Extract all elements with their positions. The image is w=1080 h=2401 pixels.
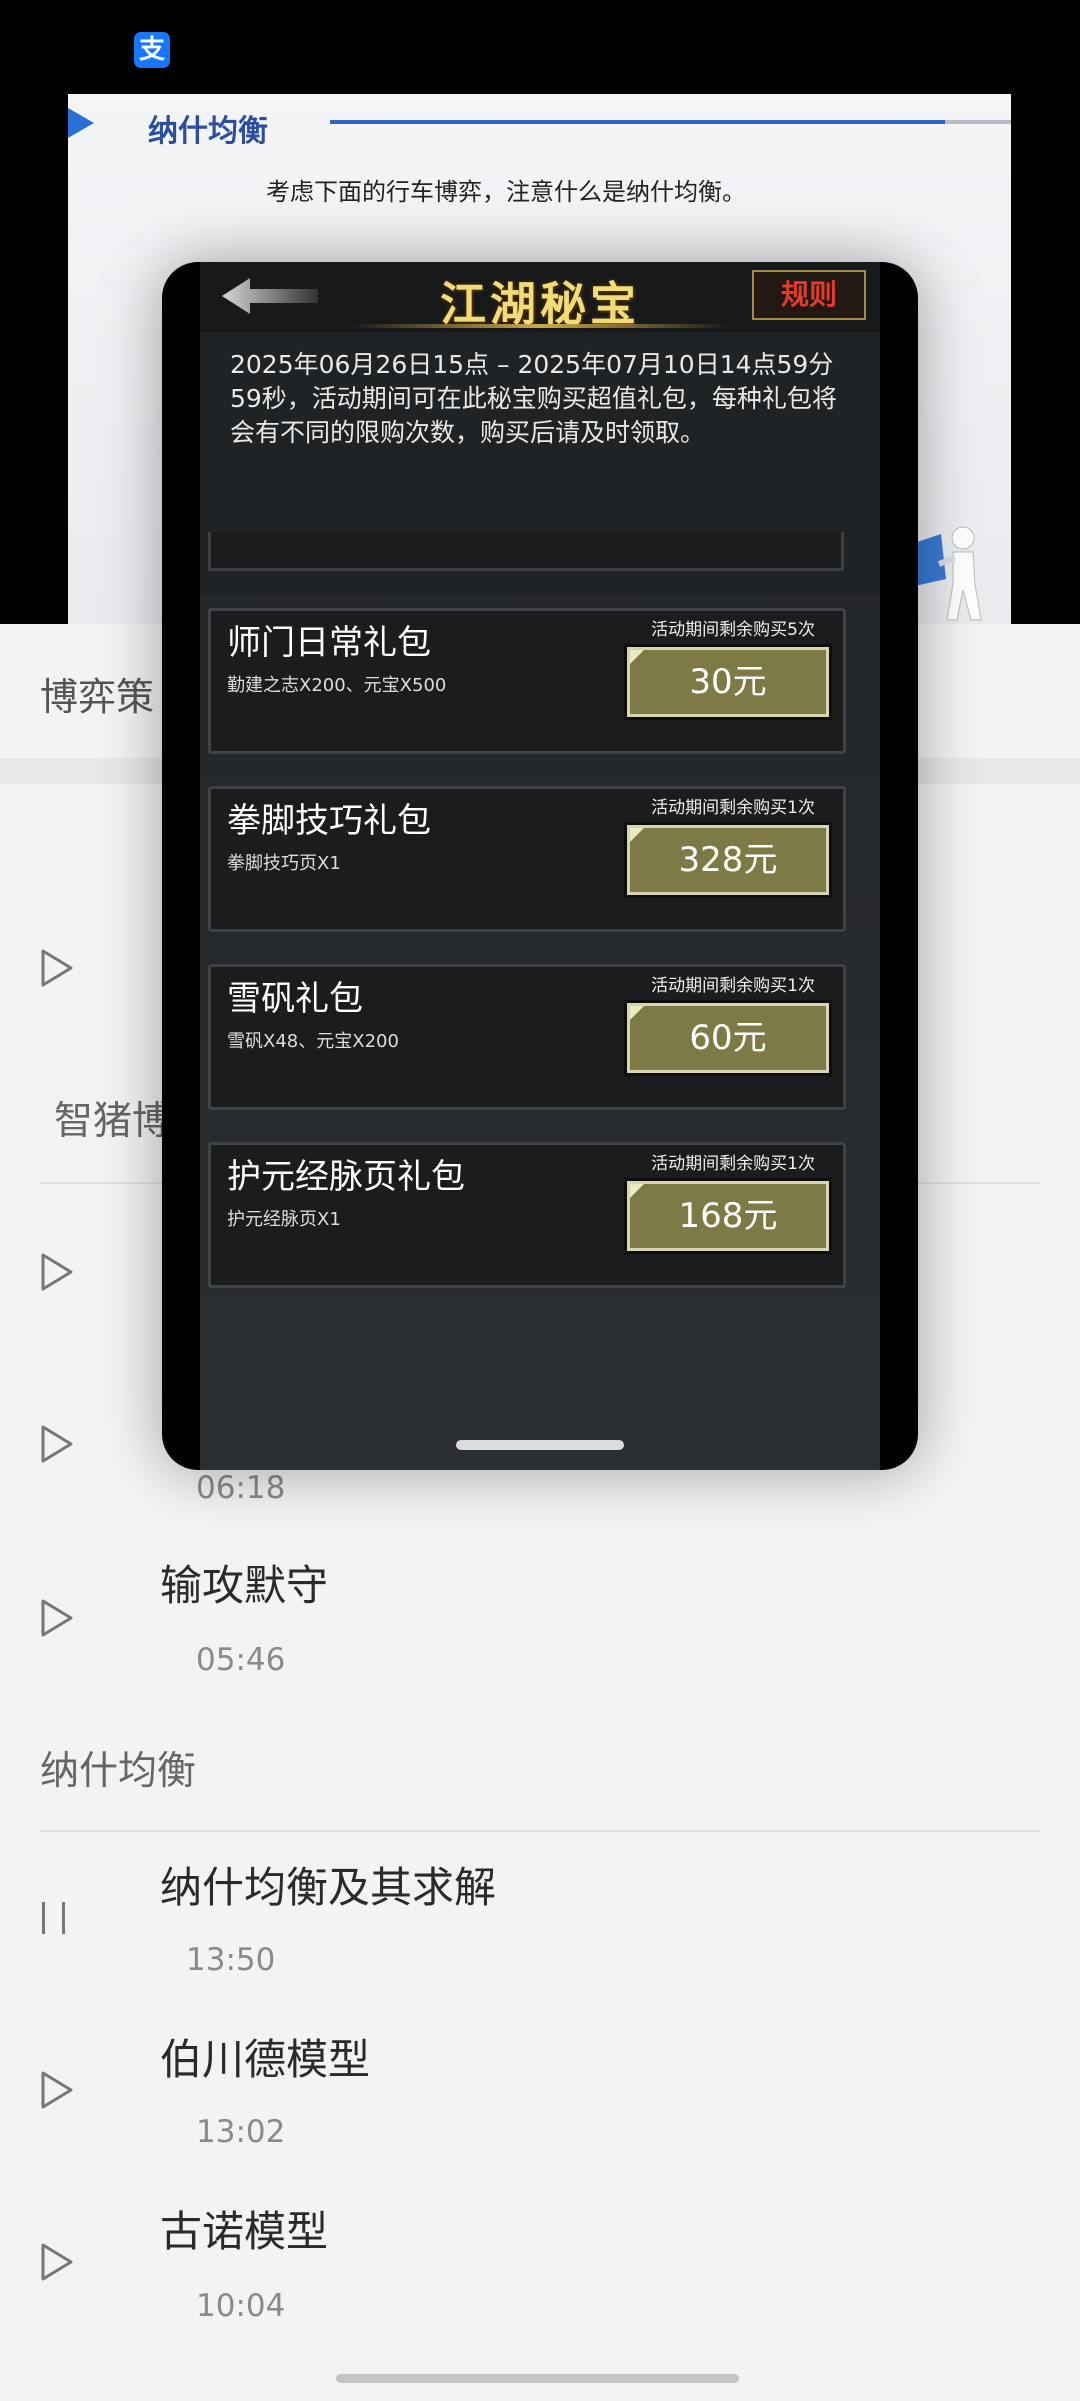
package-card-partial [208, 532, 844, 571]
title-ornament [350, 324, 730, 328]
package-card: 拳脚技巧礼包 拳脚技巧页X1 活动期间剩余购买1次 328元 [208, 786, 846, 932]
play-icon[interactable] [40, 1598, 74, 1638]
buy-button[interactable]: 30元 [624, 644, 832, 720]
buy-button[interactable]: 168元 [624, 1178, 832, 1254]
slide-title-rule-end [945, 120, 1011, 124]
purchase-limit: 活动期间剩余购买1次 [651, 976, 815, 996]
package-contents: 雪矾X48、元宝X200 [227, 1031, 399, 1052]
pause-icon[interactable] [40, 1898, 74, 1938]
package-name: 拳脚技巧礼包 [227, 801, 431, 841]
play-icon[interactable] [40, 948, 74, 988]
purchase-limit: 活动期间剩余购买1次 [651, 1154, 815, 1174]
lesson-title[interactable]: 纳什均衡及其求解 [160, 1854, 496, 1915]
lesson-duration: 10:04 [196, 2288, 286, 2324]
lesson-duration: 13:02 [196, 2114, 286, 2150]
home-indicator[interactable] [336, 2374, 739, 2383]
buy-button[interactable]: 60元 [624, 1000, 832, 1076]
window-drag-handle[interactable] [456, 1440, 624, 1450]
play-icon[interactable] [40, 1424, 74, 1464]
event-description: 2025年06月26日15点 – 2025年07月10日14点59分59秒，活动… [230, 350, 837, 447]
package-contents: 勤建之志X200、元宝X500 [227, 675, 447, 696]
game-screen: 江湖秘宝 规则 2025年06月26日15点 – 2025年07月10日14点5… [200, 262, 880, 1470]
lesson-duration: 05:46 [196, 1642, 286, 1678]
section-title: 纳什均衡 [40, 1749, 197, 1794]
package-name: 师门日常礼包 [227, 623, 431, 663]
play-icon[interactable] [40, 2070, 74, 2110]
section-title-partial: 智猪博 [54, 1099, 172, 1144]
play-icon[interactable] [40, 2242, 74, 2282]
lesson-title[interactable]: 伯川德模型 [160, 2026, 370, 2087]
package-card: 雪矾礼包 雪矾X48、元宝X200 活动期间剩余购买1次 60元 [208, 964, 846, 1110]
buy-button[interactable]: 328元 [624, 822, 832, 898]
slide-title-rule [330, 120, 945, 124]
slide-subtitle: 考虑下面的行车博弈，注意什么是纳什均衡。 [266, 178, 746, 206]
course-tab-title[interactable]: 博弈策 [40, 666, 154, 721]
slide-arrow-icon [68, 108, 94, 138]
purchase-limit: 活动期间剩余购买1次 [651, 798, 815, 818]
package-name: 护元经脉页礼包 [227, 1157, 465, 1197]
package-contents: 护元经脉页X1 [227, 1209, 341, 1230]
package-contents: 拳脚技巧页X1 [227, 853, 341, 874]
play-icon[interactable] [40, 1252, 74, 1292]
package-card: 师门日常礼包 勤建之志X200、元宝X500 活动期间剩余购买5次 30元 [208, 608, 846, 754]
lesson-duration: 06:18 [196, 1470, 286, 1506]
game-floating-window[interactable]: 江湖秘宝 规则 2025年06月26日15点 – 2025年07月10日14点5… [162, 262, 918, 1470]
lesson-title[interactable]: 输攻默守 [160, 1552, 328, 1613]
slide-title: 纳什均衡 [148, 114, 268, 149]
purchase-limit: 活动期间剩余购买5次 [651, 620, 815, 640]
section-divider [40, 1830, 1040, 1832]
package-name: 雪矾礼包 [227, 979, 363, 1019]
lesson-title[interactable]: 古诺模型 [160, 2198, 328, 2259]
lesson-duration: 13:50 [186, 1942, 276, 1978]
package-card: 护元经脉页礼包 护元经脉页X1 活动期间剩余购买1次 168元 [208, 1142, 846, 1288]
rules-button[interactable]: 规则 [752, 270, 866, 320]
alipay-app-icon: 支 [134, 32, 170, 68]
